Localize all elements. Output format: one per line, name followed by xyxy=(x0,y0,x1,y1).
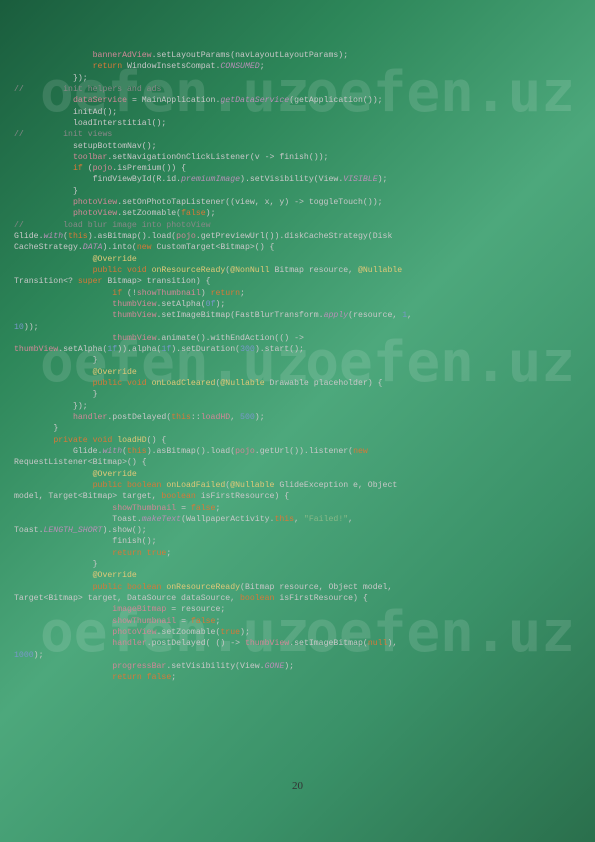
code-line: thumbView.setAlpha(1f)).alpha(1f).setDur… xyxy=(14,344,581,355)
code-line: } xyxy=(14,559,581,570)
code-line: } xyxy=(14,355,581,366)
code-line: showThumbnail = false; xyxy=(14,616,581,627)
code-line: } xyxy=(14,389,581,400)
page-number: 20 xyxy=(292,780,303,792)
code-line: @Override xyxy=(14,367,581,378)
code-line: progressBar.setVisibility(View.GONE); xyxy=(14,661,581,672)
code-line: // load blur image into photoView xyxy=(14,220,581,231)
code-line: Toast.LENGTH_SHORT).show(); xyxy=(14,525,581,536)
code-line: imageBitmap = resource; xyxy=(14,604,581,615)
code-line: thumbView.setImageBitmap(FastBlurTransfo… xyxy=(14,310,581,321)
code-line: finish(); xyxy=(14,536,581,547)
code-line: return false; xyxy=(14,672,581,683)
code-line: thumbView.animate().withEndAction(() -> xyxy=(14,333,581,344)
code-line: Glide.with(this).asBitmap().load(pojo.ge… xyxy=(14,231,581,242)
code-line: photoView.setOnPhotoTapListener((view, x… xyxy=(14,197,581,208)
code-line: @Override xyxy=(14,469,581,480)
code-line: return true; xyxy=(14,548,581,559)
code-line: Transition<? super Bitmap> transition) { xyxy=(14,276,581,287)
code-line: findViewById(R.id.premiumImage).setVisib… xyxy=(14,174,581,185)
code-line: public boolean onLoadFailed(@Nullable Gl… xyxy=(14,480,581,491)
code-line: dataService = MainApplication.getDataSer… xyxy=(14,95,581,106)
code-line: setupBottomNav(); xyxy=(14,141,581,152)
code-line: initAd(); xyxy=(14,107,581,118)
code-line: toolbar.setNavigationOnClickListener(v -… xyxy=(14,152,581,163)
code-line: CacheStrategy.DATA).into(new CustomTarge… xyxy=(14,242,581,253)
code-line: Toast.makeText(WallpaperActivity.this, "… xyxy=(14,514,581,525)
code-line: private void loadHD() { xyxy=(14,435,581,446)
code-line: photoView.setZoomable(false); xyxy=(14,208,581,219)
code-line: }); xyxy=(14,73,581,84)
code-line: public boolean onResourceReady(Bitmap re… xyxy=(14,582,581,593)
code-line: photoView.setZoomable(true); xyxy=(14,627,581,638)
code-line: // init helpers and ads xyxy=(14,84,581,95)
code-line: loadInterstitial(); xyxy=(14,118,581,129)
code-line: Target<Bitmap> target, DataSource dataSo… xyxy=(14,593,581,604)
code-line: // init views xyxy=(14,129,581,140)
code-line: if (!showThumbnail) return; xyxy=(14,288,581,299)
code-line: bannerAdView.setLayoutParams(navLayoutLa… xyxy=(14,50,581,61)
code-line: public void onLoadCleared(@Nullable Draw… xyxy=(14,378,581,389)
code-line: showThumbnail = false; xyxy=(14,503,581,514)
code-line: } xyxy=(14,186,581,197)
code-line: handler.postDelayed(this::loadHD, 500); xyxy=(14,412,581,423)
code-line: }); xyxy=(14,401,581,412)
code-line: if (pojo.isPremium()) { xyxy=(14,163,581,174)
code-line: @Override xyxy=(14,570,581,581)
code-line: handler.postDelayed( () -> thumbView.set… xyxy=(14,638,581,649)
code-block: bannerAdView.setLayoutParams(navLayoutLa… xyxy=(0,0,595,694)
code-line: RequestListener<Bitmap>() { xyxy=(14,457,581,468)
code-line: } xyxy=(14,423,581,434)
code-line: Glide.with(this).asBitmap().load(pojo.ge… xyxy=(14,446,581,457)
code-line: @Override xyxy=(14,254,581,265)
code-line: public void onResourceReady(@NonNull Bit… xyxy=(14,265,581,276)
code-line: thumbView.setAlpha(0f); xyxy=(14,299,581,310)
code-line: 1000); xyxy=(14,650,581,661)
code-line: model, Target<Bitmap> target, boolean is… xyxy=(14,491,581,502)
code-line: 10)); xyxy=(14,322,581,333)
code-line: return WindowInsetsCompat.CONSUMED; xyxy=(14,61,581,72)
